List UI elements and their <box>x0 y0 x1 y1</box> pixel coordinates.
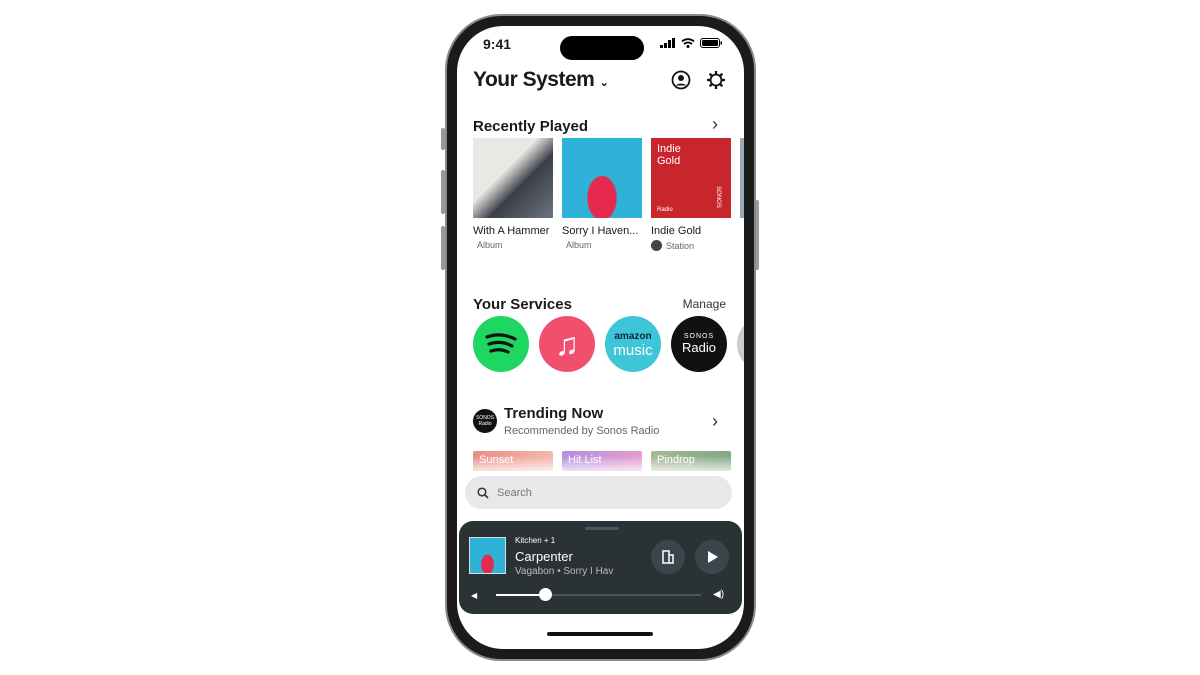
track-artist-album: Vagabon • Sorry I Hav <box>515 566 614 577</box>
volume-low-icon[interactable]: ◀ <box>471 591 477 600</box>
logo-text: Radio <box>682 340 716 355</box>
signal-icon <box>660 38 675 48</box>
volume-slider[interactable] <box>496 588 701 601</box>
recently-played-title: Recently Played <box>473 118 589 135</box>
item-type: Station <box>666 240 695 251</box>
volume-high-icon[interactable]: ◀) <box>713 589 724 600</box>
speaker-group-icon <box>662 550 674 564</box>
dynamic-island <box>560 36 644 60</box>
room-name[interactable]: Kitchen + 1 <box>515 536 555 545</box>
amazon-music-service[interactable]: amazon music <box>605 316 661 372</box>
recent-item[interactable]: Sorry I Haven... Album <box>562 138 642 250</box>
track-title: Carpenter <box>515 549 573 564</box>
home-indicator <box>547 632 653 636</box>
phone-frame: 9:41 Your System ⌄ Recently Played › Wit… <box>445 14 756 661</box>
apple-music-service[interactable]: ♫ <box>539 316 595 372</box>
item-name: Indie Gold <box>651 225 702 237</box>
now-playing-bar[interactable]: Kitchen + 1 Carpenter Vagabon • Sorry I … <box>459 521 742 614</box>
account-icon[interactable] <box>671 70 691 90</box>
recent-item[interactable]: With A Hammer Album <box>473 138 553 250</box>
item-type: Album <box>566 240 592 250</box>
play-button[interactable] <box>695 540 729 574</box>
art-brand: SONOS <box>715 186 722 208</box>
drag-handle[interactable] <box>585 527 619 530</box>
trending-chevron-icon[interactable]: › <box>712 411 718 432</box>
logo-text: SONOS <box>683 333 715 340</box>
wifi-icon <box>681 38 695 48</box>
recently-played-chevron-icon[interactable]: › <box>712 114 718 135</box>
status-icons <box>660 38 722 48</box>
art-title: Indie Gold <box>657 143 681 167</box>
item-type: Album <box>477 240 503 250</box>
spotify-service[interactable] <box>473 316 529 372</box>
item-name: Sorry I Haven... <box>562 225 639 237</box>
album-art <box>562 138 642 218</box>
battery-icon <box>700 38 722 48</box>
search-input[interactable]: Search <box>465 476 732 509</box>
sonos-radio-badge: SONOS Radio <box>473 409 497 433</box>
settings-gear-icon[interactable] <box>706 70 726 90</box>
status-time: 9:41 <box>483 36 512 52</box>
sonos-radio-icon <box>651 240 662 251</box>
trending-subtitle: Recommended by Sonos Radio <box>504 425 660 437</box>
page-title: Your System <box>473 68 595 91</box>
logo-text: music <box>613 342 653 359</box>
recent-item[interactable]: Indie Gold Radio SONOS Indie Gold Statio… <box>651 138 731 251</box>
trending-title: Trending Now <box>504 405 604 422</box>
search-placeholder: Search <box>497 486 532 499</box>
chevron-down-icon: ⌄ <box>599 77 609 89</box>
sonos-radio-service[interactable]: SONOS Radio <box>671 316 727 372</box>
spotify-icon <box>485 333 517 354</box>
station-art: Indie Gold Radio SONOS <box>651 138 731 218</box>
now-playing-art <box>469 537 506 574</box>
play-icon <box>708 551 718 563</box>
manage-services-link[interactable]: Manage <box>683 297 726 311</box>
music-note-icon: ♫ <box>555 325 579 362</box>
group-speakers-button[interactable] <box>651 540 685 574</box>
album-art <box>473 138 553 218</box>
art-sub: Radio <box>657 207 673 213</box>
screen: 9:41 Your System ⌄ Recently Played › Wit… <box>457 26 744 649</box>
search-icon <box>477 486 489 499</box>
volume-knob[interactable] <box>539 588 553 601</box>
item-name: With A Hammer <box>473 225 550 237</box>
system-selector[interactable]: Your System ⌄ <box>473 68 609 92</box>
services-title: Your Services <box>473 296 572 313</box>
